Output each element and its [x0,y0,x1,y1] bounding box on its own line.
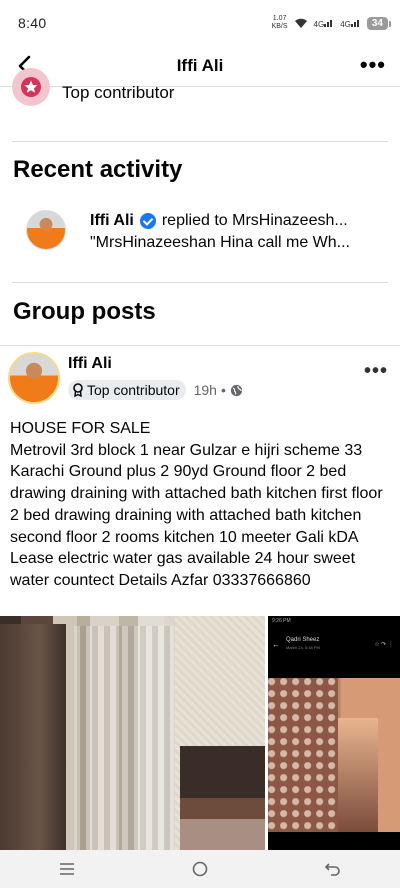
activity-author: Iffi Ali [90,212,134,229]
post-photo-main[interactable] [0,616,265,850]
post-text-content: HOUSE FOR SALE Metrovil 3rd block 1 near… [10,420,383,589]
side-photo-wallpaper [268,678,338,832]
wifi-icon [294,18,307,28]
photo-bed [180,746,265,850]
verified-badge-icon [139,213,156,229]
network-speed-unit: KB/S [271,23,288,30]
side-photo-status: 9:26 PM [272,618,396,624]
side-photo-name: Qadri Sheez [286,637,320,643]
post-photo-side[interactable]: 9:26 PM ← Qadri Sheez March 24, 8:38 PM … [268,616,400,850]
activity-text: Iffi Ali replied to MrsHinazeesh... "Mrs… [90,210,380,254]
signal-icon [350,19,359,27]
more-options-icon[interactable]: ••• [360,54,386,76]
badge-outline-icon [73,383,83,397]
side-photo-corridor [338,718,378,832]
network-speed: 1.07 KB/S [272,15,288,31]
network-speed-value: 1.07 [272,15,287,22]
side-photo-image [268,678,400,832]
recent-apps-icon[interactable] [47,854,87,884]
network-label-2: 4G [340,19,351,29]
activity-action: replied to MrsHinazeesh... [161,212,348,229]
status-bar: 8:40 1.07 KB/S 4G 4G 34 [0,0,400,46]
group-posts-heading: Group posts [13,298,156,325]
top-contributor-pill[interactable]: Top contributor [68,380,186,400]
side-back-icon: ← [272,639,280,649]
post-header: Iffi Ali Top contributor 19h • ••• [8,352,392,408]
signal-4g-1: 4G [314,18,335,29]
recent-activity-heading: Recent activity [13,156,183,183]
section-divider [12,141,388,142]
back-nav-icon[interactable] [313,854,353,884]
photo-door [0,624,66,850]
app-bar: Iffi Ali ••• [0,46,400,86]
post-author-name[interactable]: Iffi Ali [68,355,112,373]
post-meta: Top contributor 19h • [68,380,243,400]
section-divider [12,282,388,283]
signal-4g-2: 4G [340,18,361,29]
activity-line: Iffi Ali replied to MrsHinazeesh... [90,210,380,232]
side-photo-actions-icon: ☆ ↷ ⋮ [374,641,394,648]
top-contributor-label: Top contributor [62,83,175,102]
posts-divider [0,345,400,346]
signal-icon [324,19,333,27]
pill-label: Top contributor [87,382,180,398]
side-photo-header: ← Qadri Sheez March 24, 8:38 PM ☆ ↷ ⋮ [272,630,396,658]
photo-curtain [74,626,174,850]
activity-snippet: "MrsHinazeeshan Hina call me Wh... [90,234,350,251]
post-time: 19h [193,382,217,398]
star-badge-icon [21,77,41,97]
badge-icon [12,68,50,106]
post-more-icon[interactable]: ••• [364,360,388,383]
top-contributor-row: Top contributor [12,68,175,106]
post-text: HOUSE FOR SALE Metrovil 3rd block 1 near… [10,418,394,592]
page-title: Iffi Ali [176,56,224,75]
globe-icon [230,384,242,396]
network-label-1: 4G [313,19,325,29]
status-time: 8:40 [18,15,47,31]
side-photo-title: Qadri Sheez March 24, 8:38 PM [286,636,320,652]
side-photo-time: 9:26 PM [272,618,291,624]
post-photo-grid[interactable]: 9:26 PM ← Qadri Sheez March 24, 8:38 PM … [0,616,400,850]
battery-icon: 34 [366,16,392,30]
post-author-avatar[interactable] [8,352,60,404]
meta-separator: • [220,382,226,398]
activity-item[interactable]: Iffi Ali replied to MrsHinazeesh... "Mrs… [26,210,380,254]
status-icons: 1.07 KB/S 4G 4G 34 [272,15,392,31]
home-icon[interactable] [180,854,220,884]
side-photo-date: March 24, 8:38 PM [286,645,320,650]
system-nav-bar [0,850,400,888]
avatar [26,210,66,250]
